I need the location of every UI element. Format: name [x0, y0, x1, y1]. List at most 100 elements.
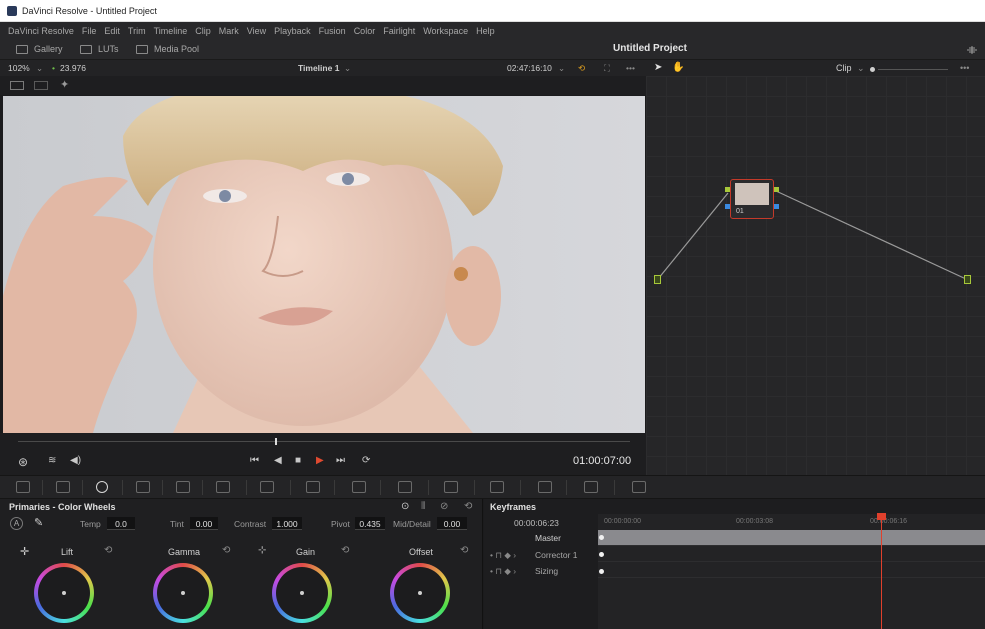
pivot-field[interactable]: 0.435: [355, 517, 385, 530]
menu-mark[interactable]: Mark: [219, 26, 239, 36]
sync-icon[interactable]: ⟲: [578, 63, 585, 74]
magic-wand-icon[interactable]: ✦: [60, 78, 69, 91]
keyframe-marker[interactable]: [599, 535, 604, 540]
fx-icon[interactable]: ⊛: [18, 455, 28, 469]
play-reverse-icon[interactable]: ◀: [274, 455, 282, 466]
master-track[interactable]: [598, 530, 985, 546]
gallery-button[interactable]: Gallery: [16, 44, 63, 54]
window-icon[interactable]: [398, 481, 412, 493]
expand-icon[interactable]: [966, 44, 978, 56]
menu-timeline[interactable]: Timeline: [154, 26, 188, 36]
menu-view[interactable]: View: [247, 26, 266, 36]
node-output-key[interactable]: [774, 204, 779, 209]
scrub-bar[interactable]: [18, 438, 630, 445]
stop-icon[interactable]: ■: [295, 455, 301, 466]
rgb-mixer-icon[interactable]: [176, 481, 190, 493]
menu-clip[interactable]: Clip: [195, 26, 211, 36]
reset-gamma-icon[interactable]: ⟲: [222, 545, 230, 556]
zoom-slider-track[interactable]: [878, 69, 948, 70]
bars-mode-icon[interactable]: ⦀: [421, 501, 425, 512]
tracker-icon[interactable]: [444, 481, 458, 493]
more-options-icon[interactable]: •••: [626, 63, 635, 73]
scrub-handle[interactable]: [275, 438, 278, 445]
chevron-down-icon[interactable]: ⌄: [344, 63, 351, 74]
source-input-icon[interactable]: [654, 275, 661, 284]
auto-balance-icon[interactable]: A: [10, 517, 23, 530]
zoom-slider-handle[interactable]: [870, 67, 875, 72]
offset-wheel[interactable]: [390, 563, 450, 623]
node-graph[interactable]: 01: [646, 76, 985, 475]
skip-start-icon[interactable]: ⏮: [250, 455, 259, 466]
wheels-mode-icon[interactable]: ⊙: [401, 501, 409, 512]
magic-mask-icon[interactable]: [490, 481, 504, 493]
keyframe-marker[interactable]: [599, 569, 604, 574]
keyframe-playhead[interactable]: [877, 513, 886, 629]
loop-icon[interactable]: ⟳: [362, 455, 370, 466]
lift-wheel[interactable]: [34, 563, 94, 623]
contrast-field[interactable]: 1.000: [272, 517, 302, 530]
gain-wheel[interactable]: [272, 563, 332, 623]
temp-field[interactable]: 0.0: [107, 517, 135, 530]
output-icon[interactable]: [964, 275, 971, 284]
gain-picker-icon[interactable]: ⊹: [258, 545, 266, 556]
timeline-selector[interactable]: Timeline 1: [298, 63, 339, 73]
node-01[interactable]: 01: [730, 179, 774, 219]
sizing-track[interactable]: [598, 562, 985, 578]
menu-workspace[interactable]: Workspace: [423, 26, 468, 36]
fullscreen-icon[interactable]: ⛶: [604, 63, 610, 74]
mid-detail-field[interactable]: 0.00: [437, 517, 467, 530]
node-input-key[interactable]: [725, 204, 730, 209]
tint-field[interactable]: 0.00: [190, 517, 218, 530]
node-output-rgb[interactable]: [774, 187, 779, 192]
chevron-down-icon[interactable]: ⌄: [36, 63, 43, 74]
reset-offset-icon[interactable]: ⟲: [460, 545, 468, 556]
corrector-1-controls[interactable]: • ⊓ ◆ ›: [490, 550, 516, 561]
curves-icon[interactable]: [260, 481, 274, 493]
skip-end-icon[interactable]: ⏭: [336, 455, 345, 466]
chevron-down-icon[interactable]: ⌄: [558, 63, 565, 74]
qualifier-icon[interactable]: [352, 481, 366, 493]
menu-trim[interactable]: Trim: [128, 26, 146, 36]
single-viewer-icon[interactable]: [10, 81, 24, 90]
more-options-icon[interactable]: •••: [960, 63, 969, 73]
corrector-1-track[interactable]: [598, 546, 985, 562]
reset-all-icon[interactable]: ⟲: [464, 501, 472, 512]
key-icon[interactable]: [584, 481, 598, 493]
motion-effects-icon[interactable]: [216, 481, 230, 493]
luts-button[interactable]: LUTs: [80, 44, 119, 54]
menu-playback[interactable]: Playback: [274, 26, 311, 36]
pointer-icon[interactable]: ➤: [654, 62, 662, 73]
reset-lift-icon[interactable]: ⟲: [104, 545, 112, 556]
node-input-rgb[interactable]: [725, 187, 730, 192]
video-frame[interactable]: [3, 96, 645, 433]
keyframe-marker[interactable]: [599, 552, 604, 557]
picker-icon[interactable]: ✎: [34, 516, 43, 529]
media-pool-button[interactable]: Media Pool: [136, 44, 199, 54]
menu-file[interactable]: File: [82, 26, 97, 36]
log-mode-icon[interactable]: ⊘: [440, 501, 448, 512]
menu-help[interactable]: Help: [476, 26, 495, 36]
layers-icon[interactable]: ≋: [48, 455, 56, 466]
hand-icon[interactable]: ✋: [672, 62, 684, 73]
speaker-icon[interactable]: ◀): [70, 455, 81, 466]
split-viewer-icon[interactable]: [34, 81, 48, 90]
color-wheels-icon[interactable]: [96, 481, 108, 493]
menu-fusion[interactable]: Fusion: [319, 26, 346, 36]
color-match-icon[interactable]: [56, 481, 70, 493]
gamma-wheel[interactable]: [153, 563, 213, 623]
chevron-down-icon[interactable]: ⌄: [857, 63, 865, 74]
reset-gain-icon[interactable]: ⟲: [341, 545, 349, 556]
menu-davinci-resolve[interactable]: DaVinci Resolve: [8, 26, 74, 36]
camera-raw-icon[interactable]: [16, 481, 30, 493]
color-warper-icon[interactable]: [306, 481, 320, 493]
menu-fairlight[interactable]: Fairlight: [383, 26, 415, 36]
zoom-level[interactable]: 102%: [8, 63, 30, 73]
play-icon[interactable]: ▶: [316, 455, 324, 466]
menu-edit[interactable]: Edit: [104, 26, 120, 36]
sizing-controls[interactable]: • ⊓ ◆ ›: [490, 566, 516, 577]
sizing-icon[interactable]: [632, 481, 646, 493]
hdr-wheels-icon[interactable]: [136, 481, 150, 493]
blur-icon[interactable]: [538, 481, 552, 493]
node-mode-select[interactable]: Clip: [836, 63, 852, 73]
crosshair-icon[interactable]: ✛: [20, 545, 29, 558]
